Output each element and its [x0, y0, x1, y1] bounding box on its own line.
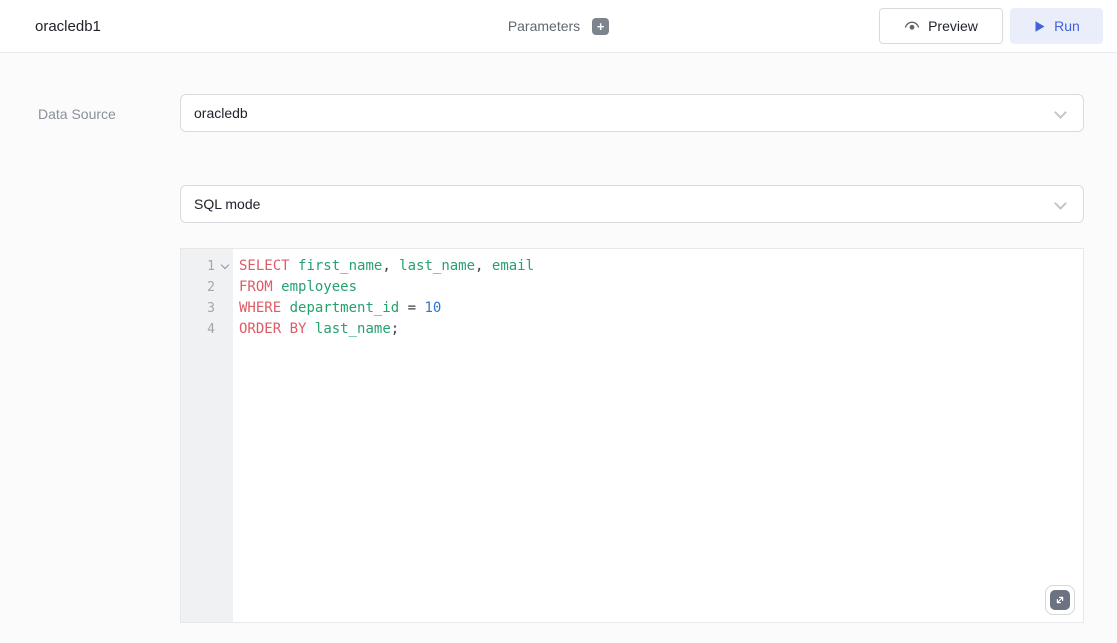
- play-icon: [1033, 20, 1046, 33]
- chevron-down-icon: [1054, 197, 1067, 210]
- plus-icon: +: [597, 20, 605, 33]
- preview-button[interactable]: Preview: [879, 8, 1003, 44]
- datasource-select-value: oracledb: [194, 105, 248, 121]
- code-line: FROM employees: [239, 277, 1083, 298]
- line-number: 4: [181, 319, 233, 340]
- query-editor-page: oracledb1 Parameters + Preview: [0, 0, 1117, 643]
- expand-button-ring: [1045, 585, 1075, 615]
- sql-code-area[interactable]: SELECT first_name, last_name, emailFROM …: [233, 249, 1083, 622]
- query-mode-select[interactable]: SQL mode: [180, 185, 1084, 223]
- header-bar: oracledb1 Parameters + Preview: [0, 0, 1117, 53]
- editor-gutter: 1234: [181, 249, 233, 622]
- run-button[interactable]: Run: [1010, 8, 1103, 44]
- run-button-label: Run: [1054, 18, 1080, 34]
- expand-editor-button[interactable]: [1050, 590, 1070, 610]
- add-parameter-button[interactable]: +: [592, 18, 609, 35]
- expand-icon: [1054, 594, 1066, 606]
- code-line: WHERE department_id = 10: [239, 298, 1083, 319]
- datasource-select[interactable]: oracledb: [180, 94, 1084, 132]
- line-number: 2: [181, 277, 233, 298]
- parameters-label: Parameters: [508, 18, 580, 34]
- header-actions: Preview Run: [879, 8, 1103, 44]
- page-title: oracledb1: [35, 0, 101, 52]
- line-number: 1: [181, 256, 233, 277]
- chevron-down-icon: [1054, 106, 1067, 119]
- code-line: ORDER BY last_name;: [239, 319, 1083, 340]
- line-number: 3: [181, 298, 233, 319]
- datasource-label: Data Source: [38, 106, 116, 122]
- code-line: SELECT first_name, last_name, email: [239, 256, 1083, 277]
- sql-code-lines: SELECT first_name, last_name, emailFROM …: [239, 256, 1083, 340]
- fold-chevron-icon[interactable]: [221, 261, 229, 269]
- preview-button-label: Preview: [928, 18, 978, 34]
- eye-icon: [904, 18, 920, 34]
- sql-editor: 1234 SELECT first_name, last_name, email…: [180, 248, 1084, 623]
- query-mode-select-value: SQL mode: [194, 196, 260, 212]
